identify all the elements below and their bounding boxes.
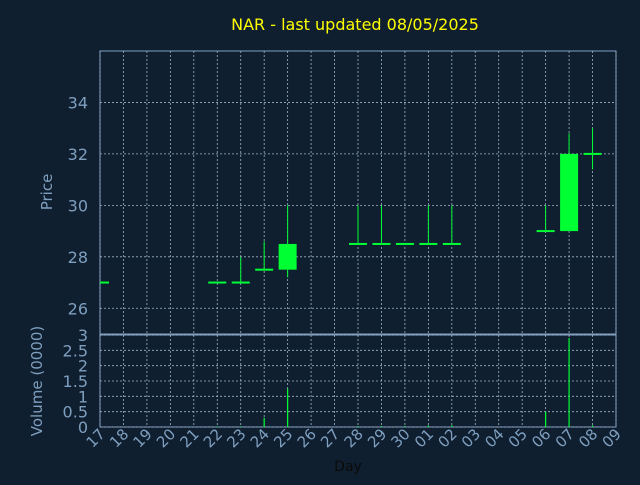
volume-bar [451, 425, 453, 427]
volume-bar [545, 411, 547, 427]
x-tick-label: 01 [411, 425, 437, 451]
x-tick-label: 18 [106, 425, 132, 451]
x-ticks: 1718192021222324252627282930010203040506… [83, 425, 625, 451]
volume-bar [568, 338, 570, 427]
price-axis-label: Price [38, 174, 56, 211]
price-panel: 26 28 30 32 34 Price [38, 50, 617, 335]
volume-bar [287, 388, 289, 427]
volume-bar [380, 426, 383, 427]
candle-body [419, 242, 438, 245]
price-y-tick-label: 34 [68, 93, 88, 112]
volume-panel: 00.511.522.53 Volume (0000) [28, 326, 617, 437]
candle-body [442, 242, 461, 245]
candle-body [278, 243, 297, 270]
x-tick-label: 24 [247, 425, 273, 451]
x-tick-label: 08 [575, 425, 601, 451]
chart-svg: NAR - last updated 08/05/2025 26 28 30 32 34… [28, 15, 625, 475]
volume-axis-label: Volume (0000) [28, 326, 46, 436]
candle-body [536, 230, 555, 233]
volume-y-tick-label: 3 [78, 326, 88, 345]
volume-bar [357, 426, 359, 427]
candle-body [208, 281, 227, 284]
x-tick-label: 05 [505, 425, 531, 451]
chart-title: NAR - last updated 08/05/2025 [231, 15, 479, 34]
candle-body [395, 242, 414, 245]
x-tick-label: 21 [176, 425, 202, 451]
x-tick-label: 25 [270, 425, 296, 451]
volume-bar [216, 426, 218, 427]
candle-body [583, 152, 602, 155]
stock-chart: NAR - last updated 08/05/2025 26 28 30 32 34… [0, 0, 640, 480]
x-tick-label: 06 [528, 425, 554, 451]
volume-bar [404, 426, 406, 427]
volume-grid [99, 334, 617, 428]
x-tick-label: 22 [200, 425, 226, 451]
x-tick-label: 19 [130, 425, 156, 451]
x-axis-label: Day [334, 459, 362, 475]
x-tick-label: 04 [481, 425, 507, 451]
volume-y-ticks: 00.511.522.53 [63, 326, 88, 437]
candle-body [255, 268, 274, 271]
x-tick-label: 03 [458, 425, 484, 451]
price-y-tick-label: 28 [68, 248, 88, 267]
x-tick-label: 23 [223, 425, 249, 451]
candle-body [349, 242, 367, 245]
price-y-tick-label: 32 [68, 145, 88, 164]
volume-bar [591, 425, 594, 427]
x-tick-label: 07 [552, 425, 578, 451]
x-tick-label: 28 [341, 425, 367, 451]
price-y-tick-label: 26 [68, 299, 88, 318]
price-grid [99, 51, 617, 334]
price-y-ticks: 26 28 30 32 34 [68, 93, 88, 318]
x-tick-label: 02 [434, 425, 460, 451]
candle-body [231, 281, 250, 284]
price-y-tick-label: 30 [68, 196, 88, 215]
volume-bar [240, 426, 242, 427]
x-tick-label: 09 [599, 425, 625, 451]
candle-body [560, 153, 579, 232]
x-tick-label: 26 [294, 425, 320, 451]
x-tick-label: 29 [364, 425, 390, 451]
x-tick-label: 20 [153, 425, 179, 451]
volume-bar [427, 425, 429, 427]
candle-body [372, 242, 391, 245]
candle-body [100, 281, 109, 284]
x-tick-label: 27 [317, 425, 343, 451]
candles [100, 128, 602, 284]
x-tick-label: 30 [388, 425, 414, 451]
volume-bar [263, 417, 265, 427]
